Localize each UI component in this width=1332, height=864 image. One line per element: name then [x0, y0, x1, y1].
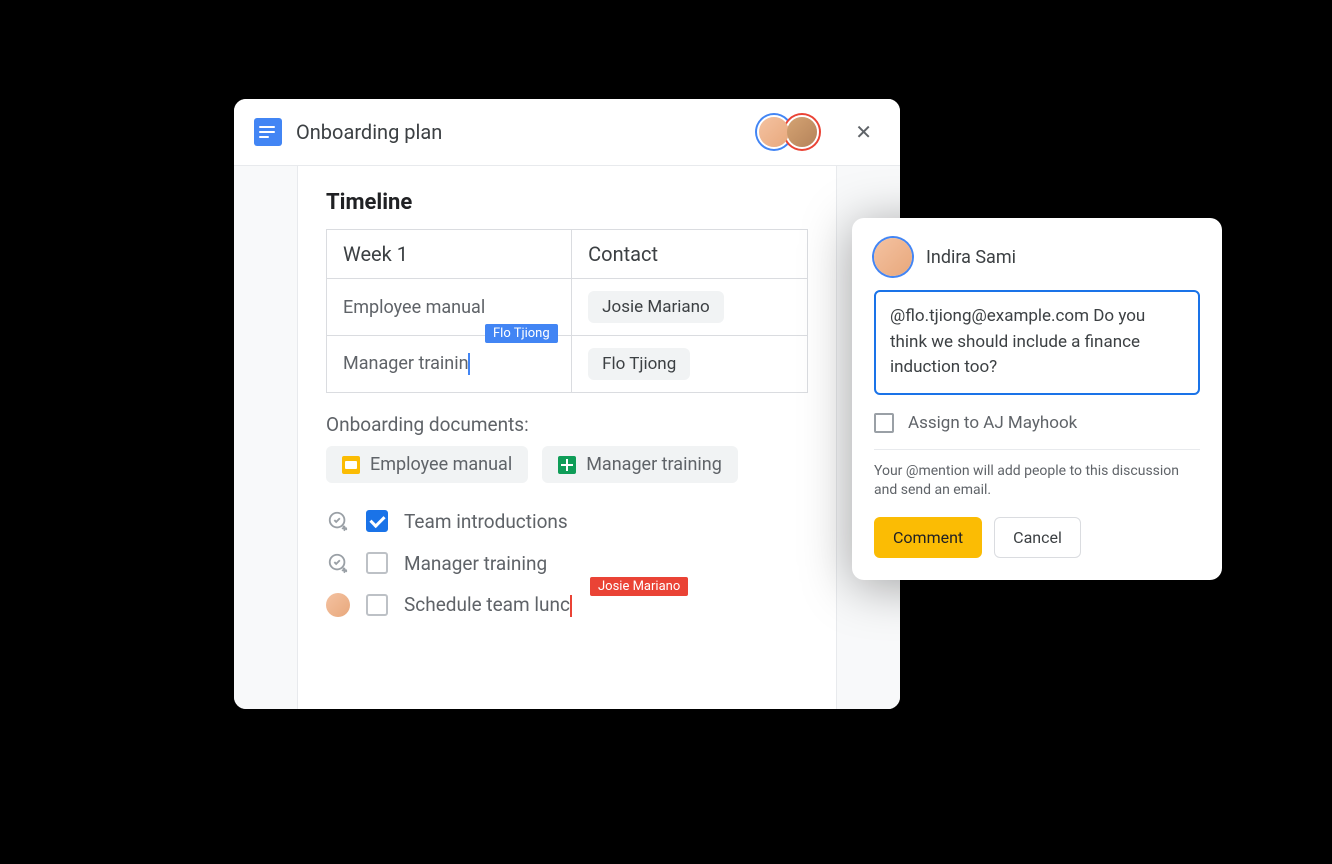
document-body: Timeline Week 1 Contact Employee manual … [234, 166, 900, 709]
collaborator-cursor-flag: Flo Tjiong [485, 324, 558, 343]
commenter-name: Indira Sami [926, 247, 1016, 268]
assign-row[interactable]: Assign to AJ Mayhook [874, 409, 1200, 450]
contact-chip[interactable]: Flo Tjiong [588, 348, 690, 380]
assignee-avatar-icon[interactable] [326, 593, 350, 617]
table-cell-editing[interactable]: Manager trainin Flo Tjiong [327, 336, 572, 393]
assign-label: Assign to AJ Mayhook [908, 413, 1077, 433]
collaborator-avatars [757, 115, 819, 149]
table-row[interactable]: Employee manual Josie Mariano [327, 279, 808, 336]
mention-help-text: Your @mention will add people to this di… [874, 462, 1200, 501]
table-header-cell: Contact [572, 230, 808, 279]
checkbox[interactable] [366, 510, 388, 532]
docs-app-icon [254, 118, 282, 146]
commenter-avatar[interactable] [874, 238, 912, 276]
checklist-label[interactable]: Manager training [404, 552, 547, 575]
collaborator-avatar[interactable] [785, 115, 819, 149]
table-header-cell: Week 1 [327, 230, 572, 279]
slides-icon [342, 456, 360, 474]
sheets-icon [558, 456, 576, 474]
comment-button[interactable]: Comment [874, 517, 982, 558]
document-chips-row: Employee manual Manager training [326, 446, 808, 483]
collaborator-avatar[interactable] [757, 115, 791, 149]
checkbox[interactable] [366, 552, 388, 574]
checklist: Team introductions Manager training Sch [326, 509, 808, 617]
checkbox[interactable] [366, 594, 388, 616]
document-chip[interactable]: Employee manual [326, 446, 528, 483]
assign-checkbox[interactable] [874, 413, 894, 433]
table-header-row: Week 1 Contact [327, 230, 808, 279]
table-row[interactable]: Manager trainin Flo Tjiong Flo Tjiong [327, 336, 808, 393]
document-card: Onboarding plan ✕ Timeline Week 1 Contac… [234, 99, 900, 709]
edit-cursor-icon [570, 595, 572, 617]
checklist-item[interactable]: Schedule team lunc Josie Mariano [326, 593, 808, 617]
document-title[interactable]: Onboarding plan [296, 120, 743, 144]
section-heading: Timeline [326, 190, 808, 215]
close-icon[interactable]: ✕ [847, 116, 880, 148]
contact-chip[interactable]: Josie Mariano [588, 291, 724, 323]
checklist-item[interactable]: Manager training [326, 551, 808, 575]
document-chip-label: Employee manual [370, 454, 512, 475]
document-header: Onboarding plan ✕ [234, 99, 900, 166]
checklist-item[interactable]: Team introductions [326, 509, 808, 533]
edit-cursor-icon [468, 353, 470, 375]
document-page[interactable]: Timeline Week 1 Contact Employee manual … [297, 166, 837, 709]
table-cell[interactable]: Flo Tjiong [572, 336, 808, 393]
documents-label: Onboarding documents: [326, 413, 808, 436]
comment-header: Indira Sami [874, 238, 1200, 276]
checklist-label[interactable]: Team introductions [404, 510, 568, 533]
comment-textarea[interactable]: @flo.tjiong@example.com Do you think we … [874, 290, 1200, 395]
comment-actions: Comment Cancel [874, 517, 1200, 558]
document-chip[interactable]: Manager training [542, 446, 738, 483]
assign-task-icon[interactable] [326, 551, 350, 575]
comment-card: Indira Sami @flo.tjiong@example.com Do y… [852, 218, 1222, 580]
assign-task-icon[interactable] [326, 509, 350, 533]
document-chip-label: Manager training [586, 454, 722, 475]
collaborator-cursor-flag: Josie Mariano [590, 577, 688, 596]
timeline-table[interactable]: Week 1 Contact Employee manual Josie Mar… [326, 229, 808, 393]
checklist-label-editing[interactable]: Schedule team lunc Josie Mariano [404, 593, 572, 617]
cancel-button[interactable]: Cancel [994, 517, 1081, 558]
table-cell[interactable]: Josie Mariano [572, 279, 808, 336]
